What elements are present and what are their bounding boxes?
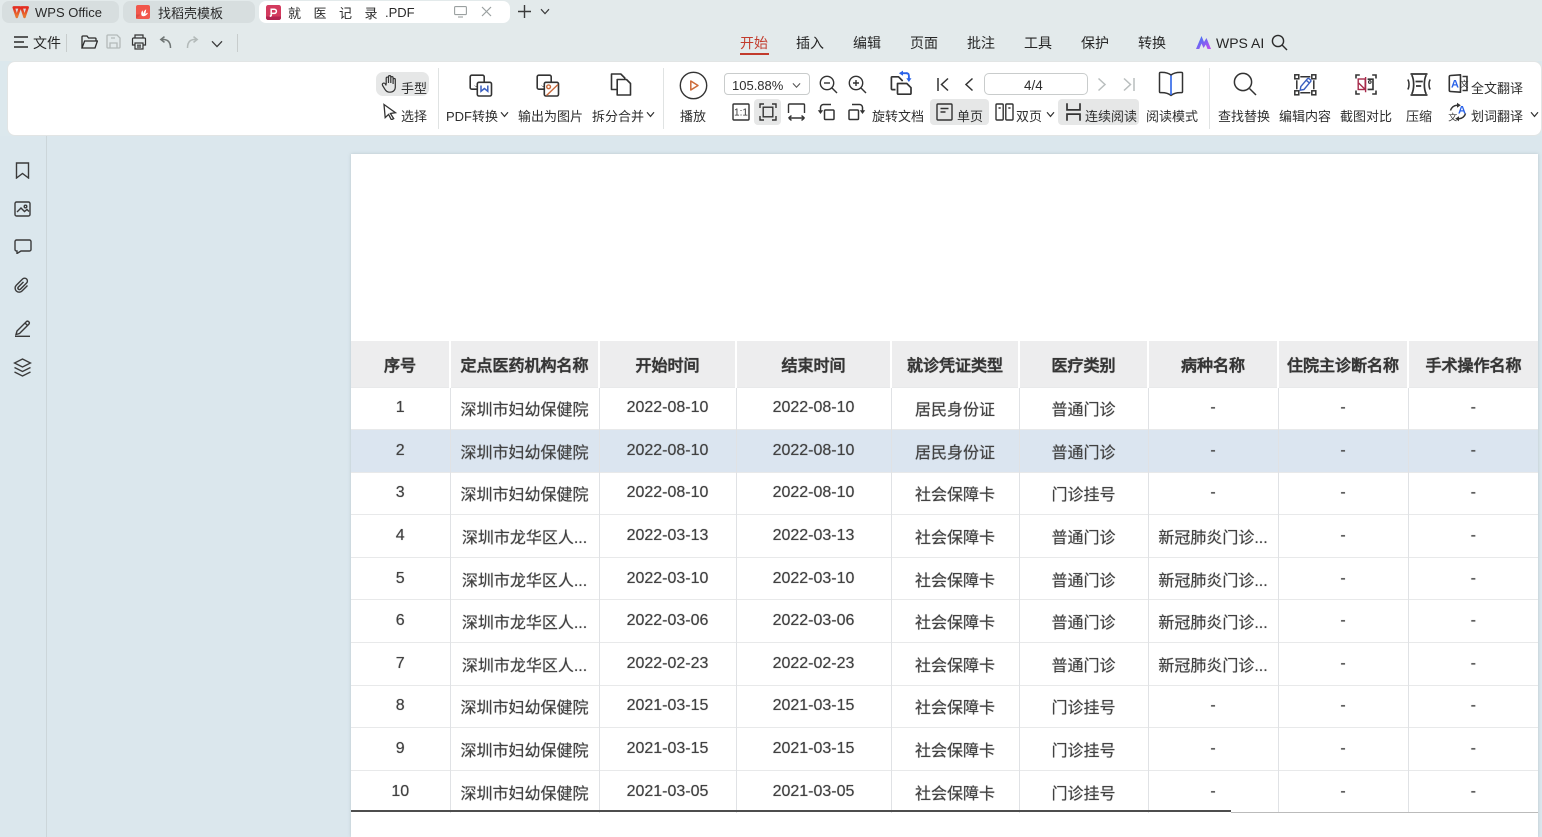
svg-text:A: A (1451, 79, 1459, 91)
svg-text:文: 文 (1448, 112, 1457, 123)
svg-text:文: 文 (1460, 79, 1469, 89)
svg-text:1:1: 1:1 (734, 107, 748, 118)
svg-text:A: A (1458, 105, 1466, 117)
